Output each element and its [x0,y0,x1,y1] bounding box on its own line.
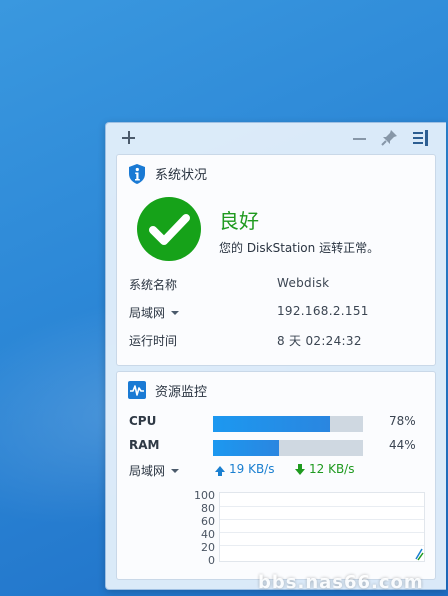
system-name-value: Webdisk [277,276,330,290]
arrow-up-icon [215,466,225,476]
system-health-card: 系统状况 良好 您的 DiskStation 运转正常。 系统名称 Webdis… [116,154,436,366]
chevron-down-icon[interactable] [171,469,180,473]
chevron-down-icon[interactable] [171,311,180,315]
cpu-label: CPU [129,414,157,428]
chart-tick: 60 [201,515,215,528]
ram-meter: RAM 44% [129,438,429,456]
health-status: 良好 [219,209,259,233]
lan-ip-value: 192.168.2.151 [277,304,369,318]
uptime-value: 8 天 02:24:32 [277,334,362,348]
chart-tick: 20 [201,541,215,554]
info-row-uptime: 运行时间 8 天 02:24:32 [129,332,425,350]
chart-tick: 0 [208,554,215,567]
download-rate: 12 KB/s [295,462,354,476]
plus-icon[interactable] [118,127,140,149]
monitor-icon [127,380,147,404]
info-row-lan: 局域网 192.168.2.151 [129,304,425,322]
system-name-label: 系统名称 [129,278,178,292]
sidebar-icon[interactable] [410,127,432,149]
resource-monitor-header: 资源监控 [117,372,435,406]
pin-icon[interactable] [378,127,400,149]
cpu-meter: CPU 78% [129,414,429,432]
lan-dropdown[interactable]: 局域网 [129,304,180,321]
network-dropdown[interactable]: 局域网 [129,462,180,479]
chart-plot-area [219,492,425,562]
resource-monitor-card: 资源监控 CPU 78% RAM 44% 局域网 19 KB/s 12 KB/s… [116,371,436,580]
check-icon [137,197,201,261]
minimize-icon[interactable] [350,127,372,149]
ram-label: RAM [129,438,160,452]
system-health-title: 系统状况 [155,168,208,183]
chart-tick: 100 [194,489,215,502]
system-health-header: 系统状况 [117,155,435,189]
download-value: 12 KB/s [309,462,355,476]
watermark-text: bbs.nas66.com [258,572,424,593]
info-row-system-name: 系统名称 Webdisk [129,276,425,294]
chart-tick: 80 [201,502,215,515]
widget-toolbar [106,123,446,153]
network-label: 局域网 [129,464,166,478]
ram-percent: 44% [389,438,416,452]
widget-panel: 系统状况 良好 您的 DiskStation 运转正常。 系统名称 Webdis… [105,122,446,590]
cpu-bar-fill [213,416,330,432]
upload-value: 19 KB/s [229,462,275,476]
ram-bar [213,440,363,456]
info-shield-icon [127,163,147,189]
traffic-lines [415,548,424,561]
arrow-down-icon [295,464,305,475]
network-row: 局域网 19 KB/s 12 KB/s [129,462,419,480]
ram-bar-fill [213,440,279,456]
chart-tick: 40 [201,528,215,541]
cpu-bar [213,416,363,432]
resource-monitor-title: 资源监控 [155,385,208,400]
uptime-label: 运行时间 [129,334,178,348]
lan-label: 局域网 [129,306,166,320]
health-description: 您的 DiskStation 运转正常。 [219,241,380,255]
network-chart: 100 80 60 40 20 0 [189,490,429,566]
upload-rate: 19 KB/s [215,462,274,476]
cpu-percent: 78% [389,414,416,428]
